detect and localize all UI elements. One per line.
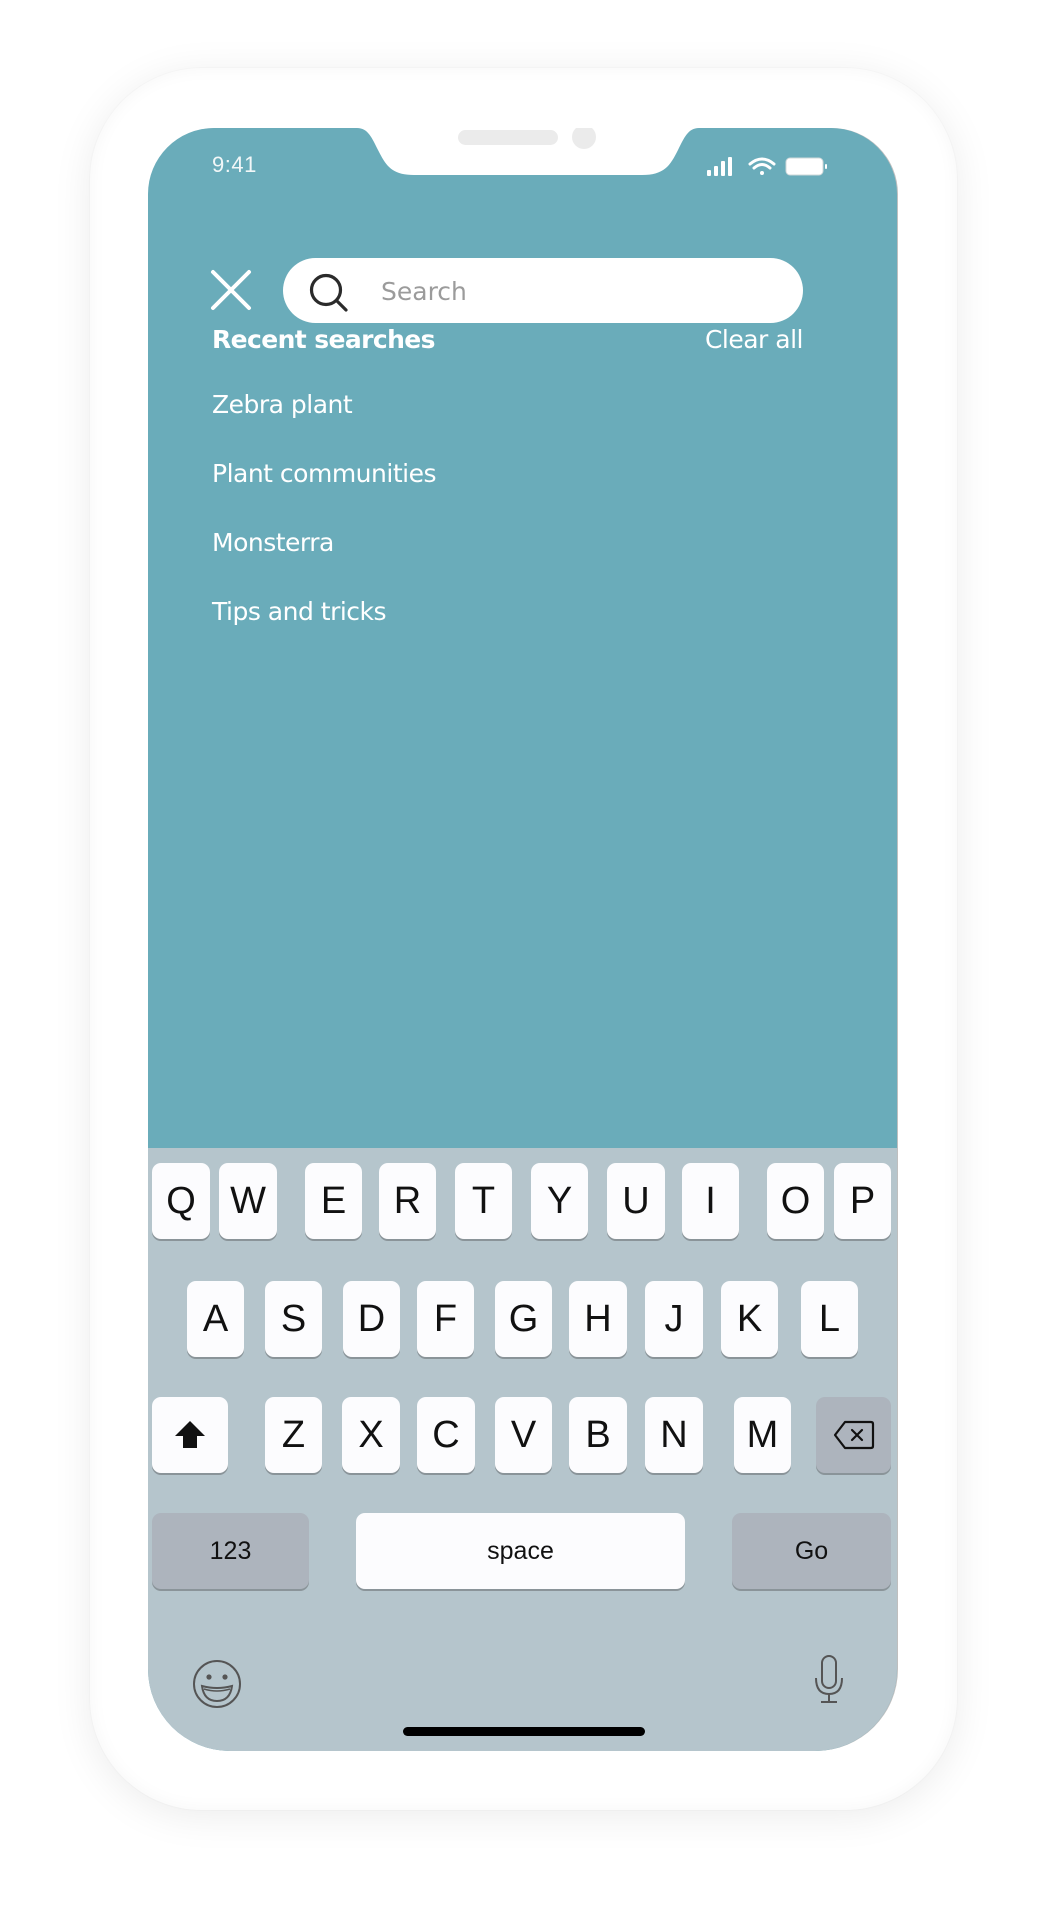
key-s[interactable]: S (265, 1281, 322, 1357)
key-u[interactable]: U (607, 1163, 665, 1239)
key-t[interactable]: T (455, 1163, 512, 1239)
recent-search-item[interactable]: Plant communities (212, 459, 436, 528)
recent-search-item[interactable]: Tips and tricks (212, 597, 436, 666)
key-o[interactable]: O (767, 1163, 824, 1239)
key-v[interactable]: V (495, 1397, 552, 1473)
key-d[interactable]: D (343, 1281, 400, 1357)
go-key[interactable]: Go (732, 1513, 891, 1589)
delete-icon (833, 1420, 874, 1450)
keyboard: Q W E R T Y U I O P A S D F G H J K L Z … (148, 1148, 897, 1751)
shift-key[interactable] (152, 1397, 228, 1473)
key-e[interactable]: E (305, 1163, 362, 1239)
key-a[interactable]: A (187, 1281, 244, 1357)
wifi-icon (748, 157, 776, 175)
speaker-grille (458, 130, 558, 145)
key-w[interactable]: W (219, 1163, 277, 1239)
search-input[interactable] (379, 258, 783, 325)
key-n[interactable]: N (645, 1397, 703, 1473)
key-x[interactable]: X (342, 1397, 400, 1473)
emoji-icon[interactable] (192, 1659, 242, 1709)
search-bar[interactable] (283, 258, 803, 325)
key-i[interactable]: I (682, 1163, 739, 1239)
delete-key[interactable] (816, 1397, 891, 1473)
recent-searches-title: Recent searches (212, 325, 436, 354)
key-m[interactable]: M (734, 1397, 791, 1473)
key-y[interactable]: Y (531, 1163, 588, 1239)
status-icons (707, 157, 827, 176)
key-g[interactable]: G (495, 1281, 552, 1357)
key-c[interactable]: C (417, 1397, 475, 1473)
recent-search-item[interactable]: Monsterra (212, 528, 436, 597)
key-q[interactable]: Q (152, 1163, 210, 1239)
microphone-icon[interactable] (812, 1654, 846, 1706)
numbers-key[interactable]: 123 (152, 1513, 309, 1589)
key-b[interactable]: B (569, 1397, 627, 1473)
key-j[interactable]: J (645, 1281, 703, 1357)
key-r[interactable]: R (379, 1163, 436, 1239)
signal-icon (707, 157, 732, 176)
search-icon (309, 273, 348, 312)
phone-screen: 9:41 Recent searches Clear all Zebr (148, 128, 897, 1751)
key-k[interactable]: K (721, 1281, 778, 1357)
battery-icon (785, 157, 827, 176)
recent-searches-list: Zebra plant Plant communities Monsterra … (212, 390, 436, 666)
key-l[interactable]: L (801, 1281, 858, 1357)
status-time: 9:41 (212, 152, 257, 177)
key-z[interactable]: Z (265, 1397, 322, 1473)
space-key[interactable]: space (356, 1513, 685, 1589)
clear-all-button[interactable]: Clear all (705, 325, 804, 354)
shift-icon (175, 1421, 205, 1448)
key-h[interactable]: H (569, 1281, 627, 1357)
key-p[interactable]: P (834, 1163, 891, 1239)
key-f[interactable]: F (417, 1281, 474, 1357)
home-indicator[interactable] (403, 1727, 645, 1736)
recent-search-item[interactable]: Zebra plant (212, 390, 436, 459)
close-icon[interactable] (210, 269, 252, 311)
